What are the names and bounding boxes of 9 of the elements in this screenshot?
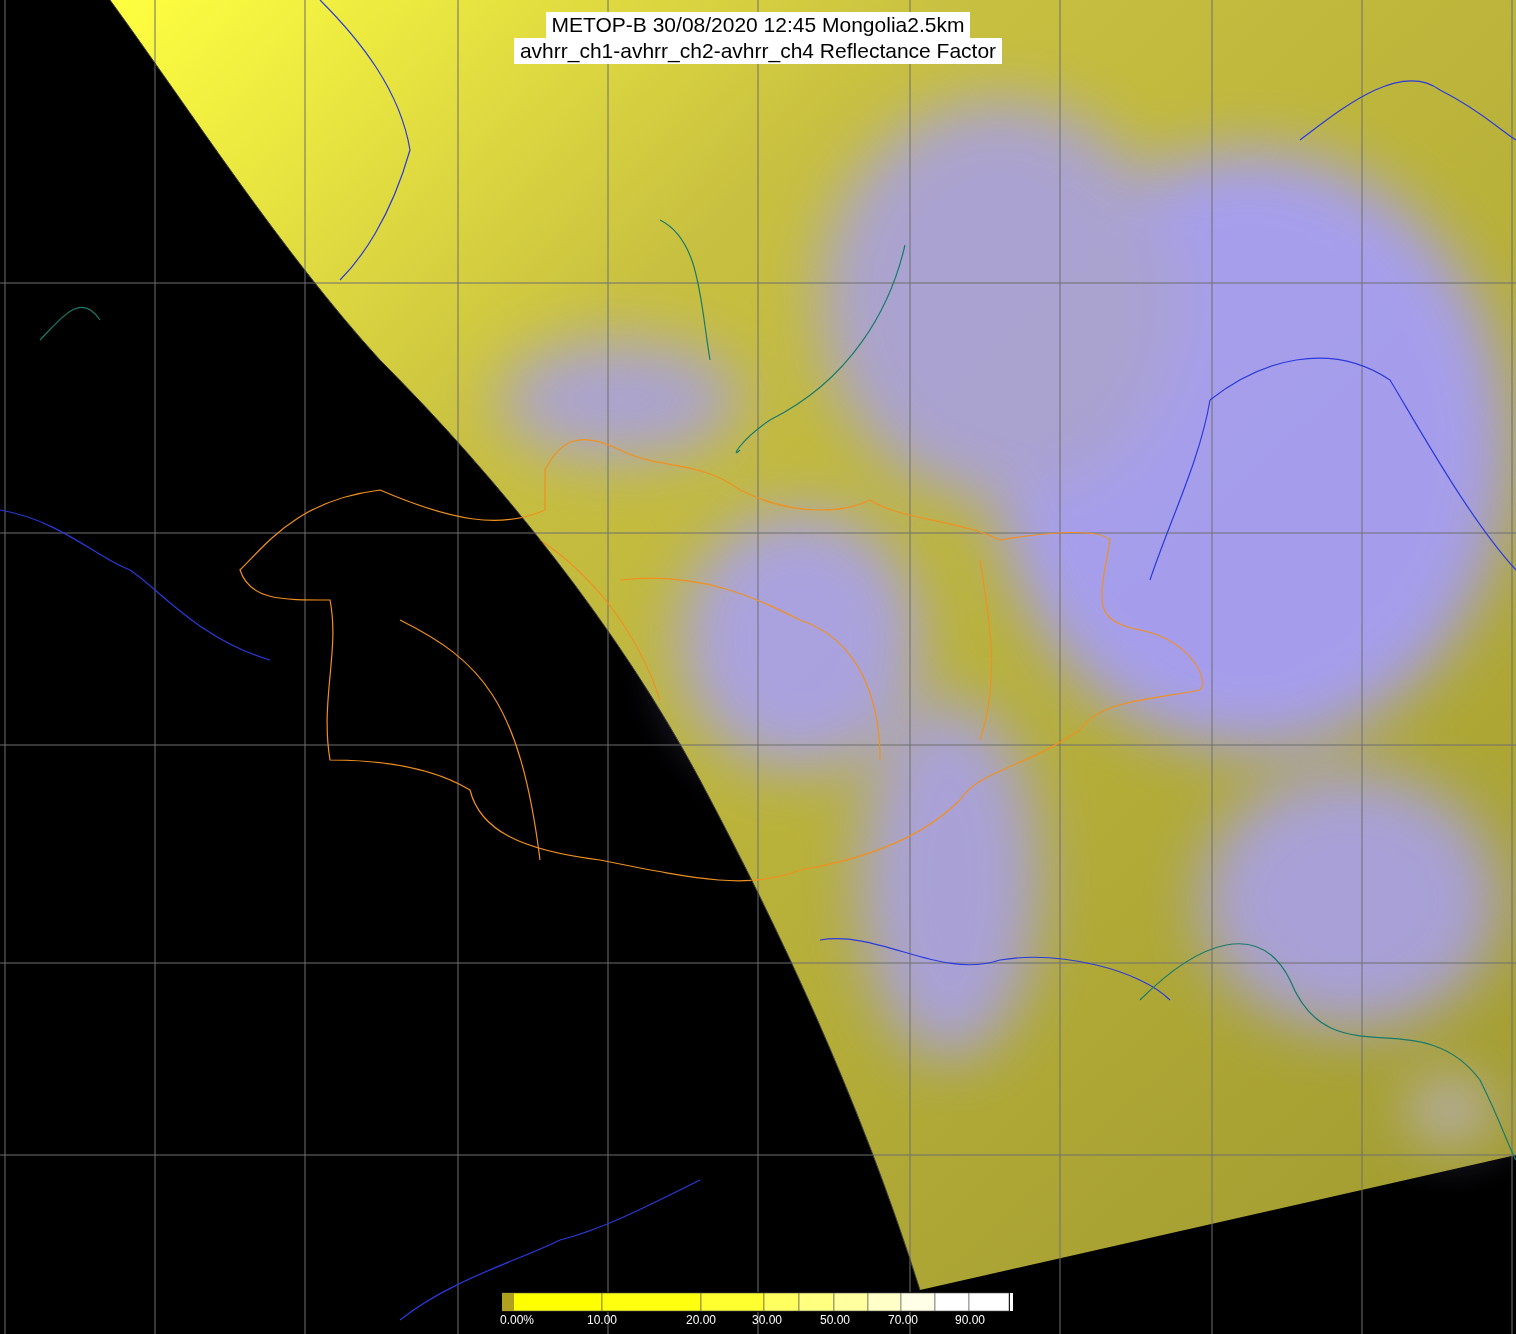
colorbar-label: 50.00 (820, 1313, 851, 1327)
map-subtitle: avhrr_ch1-avhrr_ch2-avhrr_ch4 Reflectance Factor (513, 38, 1003, 64)
colorbar-label: 70.00 (888, 1313, 919, 1327)
colorbar-label: 90.00 (955, 1313, 986, 1327)
colorbar-label: 30.00 (752, 1313, 783, 1327)
map-title: METOP-B 30/08/2020 12:45 Mongolia2.5km (545, 12, 971, 38)
colorbar-label: 0.00% (500, 1313, 535, 1327)
colorbar-label: 20.00 (686, 1313, 717, 1327)
colorbar-label: 10.00 (587, 1313, 618, 1327)
